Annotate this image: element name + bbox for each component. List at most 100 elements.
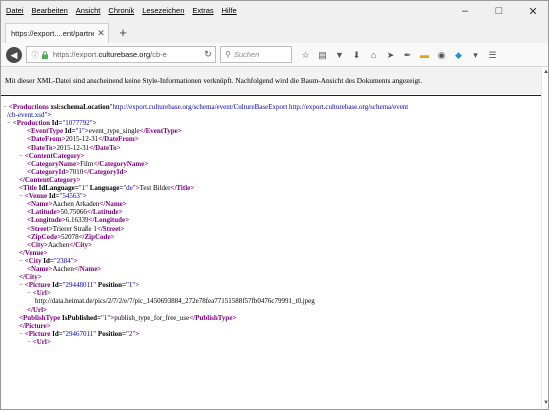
vertical-scrollbar[interactable]: ▲ ▼ <box>541 67 548 409</box>
xml-tag: <Url <box>32 337 47 346</box>
xml-tag-end: > <box>73 256 78 265</box>
search-placeholder: Suchen <box>233 50 260 59</box>
xml-info-bar: Mit dieser XML-Datei sind anscheinend ke… <box>1 67 541 94</box>
xml-line[interactable]: − <Production Id="1077792"> <box>7 119 97 127</box>
scroll-up-icon[interactable]: ▲ <box>543 69 548 75</box>
navigation-toolbar: ◀ ⓘ https://export.culturebase.org/cb-e … <box>1 43 548 67</box>
xml-tag: <Venue <box>24 192 48 201</box>
xml-tag: </ContentCategory <box>19 175 77 184</box>
xml-line[interactable]: − <Picture Id="29467011" Position="2"> <box>19 330 139 338</box>
xml-tag-end: > <box>135 281 140 290</box>
tab-close-icon[interactable]: ✕ <box>94 28 108 39</box>
divider <box>1 95 541 96</box>
menu-icon[interactable]: ☰ <box>484 47 501 63</box>
xml-attr-name: Id= <box>50 329 63 338</box>
notes-icon[interactable]: ▬ <box>416 47 433 63</box>
xml-tag: <EventType <box>27 127 64 136</box>
xml-close-tag: </PublishType> <box>189 313 237 322</box>
xml-text: 52078 <box>61 232 79 241</box>
xml-attr-name: Id= <box>50 119 63 128</box>
xml-text: Film <box>80 159 94 168</box>
xml-line: <Longitude>6.16339</Longitude> <box>27 216 129 224</box>
xml-attr-value: "http://export.culturebase.org/schema/ev… <box>109 103 409 111</box>
xml-line[interactable]: − <Url> <box>27 338 51 346</box>
menu-chronik[interactable]: Chronik <box>104 1 138 21</box>
xml-line[interactable]: − <City Id="2384"> <box>19 257 78 265</box>
xml-text: http://data.heimat.de/pics/2/7/2/e/7/pic… <box>35 297 315 306</box>
xml-attr-name: xsi:schemaLocation <box>48 103 110 111</box>
addon-icon[interactable]: ◆ <box>450 47 467 63</box>
send-icon[interactable]: ➤ <box>382 47 399 63</box>
xml-tag-end: > <box>46 321 51 330</box>
xml-tag-end: > <box>135 329 140 338</box>
search-icon: ⚲ <box>225 50 231 59</box>
lock-icon <box>42 50 48 59</box>
menu-extras[interactable]: Extras <box>188 1 217 21</box>
xml-line: <DateFrom>2015-12-31</DateFrom> <box>27 135 139 143</box>
star-icon[interactable]: ☆ <box>297 47 314 63</box>
menu-datei[interactable]: Datei <box>1 1 28 21</box>
xml-text: 6.16339 <box>65 216 89 225</box>
xml-text: Aachen Arkaden <box>52 200 100 209</box>
pocket-icon[interactable]: ▼ <box>331 47 348 63</box>
xml-tag: <Name <box>27 200 49 209</box>
xml-tag: </City <box>19 273 38 282</box>
xml-line[interactable]: − <Url> <box>27 289 51 297</box>
xml-tag-end: > <box>92 119 97 128</box>
xml-tag: <ZipCode <box>27 232 58 241</box>
xml-attr-value: "de" <box>123 184 136 192</box>
xml-line: </City> <box>19 273 42 281</box>
menu-hilfe[interactable]: Hilfe <box>218 1 241 21</box>
xml-tag: </Venue <box>19 248 44 257</box>
xml-attr-value: "2384" <box>53 256 74 265</box>
xml-close-tag: </DateTo> <box>89 143 121 152</box>
download-icon[interactable]: ⬇ <box>348 47 365 63</box>
xml-close-tag: </Latitude> <box>86 208 123 217</box>
back-button[interactable]: ◀ <box>6 47 22 63</box>
search-input[interactable]: ⚲ Suchen <box>220 46 292 63</box>
xml-line: <City>Aachen</City> <box>27 241 92 249</box>
xml-tag-end: > <box>80 151 85 160</box>
info-icon[interactable]: ⓘ <box>30 50 40 60</box>
new-tab-button[interactable]: + <box>114 23 132 41</box>
xml-tag-end: > <box>37 273 42 282</box>
xml-tag-end: > <box>82 192 87 201</box>
xml-line: <ZipCode>52078</ZipCode> <box>27 233 115 241</box>
xml-line[interactable]: − <Picture Id="29448011" Position="1"> <box>19 281 139 289</box>
minimize-button[interactable]: – <box>448 1 482 21</box>
xml-text: Test Bilder <box>139 184 171 192</box>
xml-line[interactable]: − <Venue Id="54563"> <box>19 192 87 200</box>
xml-attr-name: IdLanguage= <box>36 184 79 192</box>
xml-attr-value: "29467011" <box>62 329 97 338</box>
xml-attr-value: "2" <box>126 329 136 338</box>
xml-tag-end: > <box>76 175 81 184</box>
xml-text: Trierer Straße 1 <box>52 224 97 233</box>
xml-text: 2015-12-31 <box>56 143 90 152</box>
maximize-button[interactable]: □ <box>482 1 516 21</box>
xml-text: Aachen <box>47 240 70 249</box>
menu-bearbeiten[interactable]: Bearbeiten <box>28 1 72 21</box>
xml-tag: <Productions <box>8 103 49 111</box>
menu-ansicht[interactable]: Ansicht <box>72 1 105 21</box>
menu-lesezeichen[interactable]: Lesezeichen <box>138 1 188 21</box>
xml-tag: <Longitude <box>27 216 62 225</box>
xml-line[interactable]: − <ContentCategory> <box>19 152 84 160</box>
xml-close-tag: </Title> <box>170 184 195 192</box>
tab-partner-xml[interactable]: https://export....ent/partner.xml ✕ <box>5 23 109 43</box>
arrow-left-icon: ◀ <box>10 49 18 60</box>
xml-attr-value: "29448011" <box>62 281 97 290</box>
overflow-icon[interactable]: ▾ <box>467 47 484 63</box>
xml-line: <Name>Aachen</Name> <box>27 265 101 273</box>
xml-line: <Title IdLanguage="1" Language="de">Test… <box>19 184 194 192</box>
close-window-button[interactable]: ✕ <box>516 1 548 21</box>
url-bar[interactable]: ⓘ https://export.culturebase.org/cb-e ↻ <box>26 46 216 63</box>
scroll-down-icon[interactable]: ▼ <box>543 400 548 406</box>
mask-icon[interactable]: ◉ <box>433 47 450 63</box>
brush-icon[interactable]: ✒ <box>399 47 416 63</box>
bookmarks-library-icon[interactable]: ▤ <box>314 47 331 63</box>
xml-line[interactable]: − <Productions xsi:schemaLocation"http:/… <box>3 103 408 111</box>
home-icon[interactable]: ⌂ <box>365 47 382 63</box>
reload-icon[interactable]: ↻ <box>201 49 215 60</box>
xml-info-message: Mit dieser XML-Datei sind anscheinend ke… <box>5 76 423 85</box>
xml-attr-value: "1" <box>75 127 85 136</box>
